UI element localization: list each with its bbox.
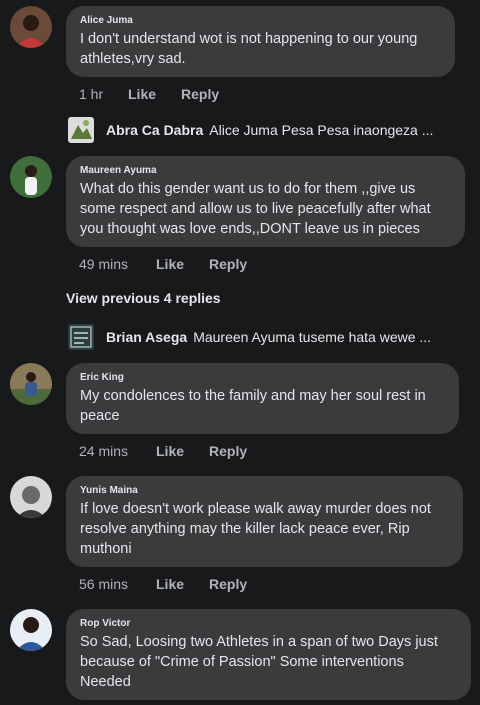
comment-text: So Sad, Loosing two Athletes in a span o… bbox=[80, 634, 438, 690]
comment-text: My condolences to the family and may her… bbox=[80, 388, 426, 424]
view-previous-replies-link[interactable]: View previous 4 replies bbox=[66, 290, 221, 306]
comment-text: I don't understand wot is not happening … bbox=[80, 31, 418, 67]
avatar-abra-ca-dabra[interactable] bbox=[68, 117, 94, 143]
reply-author[interactable]: Brian Asega bbox=[106, 329, 187, 345]
reply-button[interactable]: Reply bbox=[181, 86, 219, 102]
comment-bubble: Alice Juma I don't understand wot is not… bbox=[66, 6, 455, 77]
reply-button[interactable]: Reply bbox=[209, 443, 247, 459]
comment-bubble: Eric King My condolences to the family a… bbox=[66, 363, 459, 434]
avatar-rop-victor[interactable] bbox=[10, 609, 52, 651]
comment-actions: 24 mins Like Reply bbox=[0, 443, 480, 461]
comment-time[interactable]: 49 mins bbox=[79, 256, 128, 272]
comment-actions: 56 mins Like Reply bbox=[0, 576, 480, 594]
like-button[interactable]: Like bbox=[156, 576, 184, 592]
comment-author[interactable]: Rop Victor bbox=[80, 617, 457, 630]
comment-actions: 1 hr Like Reply bbox=[0, 86, 480, 104]
comment-author[interactable]: Yunis Maina bbox=[80, 484, 449, 497]
like-button[interactable]: Like bbox=[156, 443, 184, 459]
reply-text: Maureen Ayuma tuseme hata wewe ... bbox=[193, 329, 432, 345]
avatar-brian-asega[interactable] bbox=[68, 324, 94, 350]
comment-bubble: Yunis Maina If love doesn't work please … bbox=[66, 476, 463, 567]
avatar-eric-king[interactable] bbox=[10, 363, 52, 405]
avatar-alice-juma[interactable] bbox=[10, 6, 52, 48]
comment-time[interactable]: 1 hr bbox=[79, 86, 103, 102]
like-button[interactable]: Like bbox=[156, 256, 184, 272]
reply-text: Alice Juma Pesa Pesa inaongeza ... bbox=[209, 122, 434, 138]
reply-preview[interactable]: Brian Asega Maureen Ayuma tuseme hata we… bbox=[68, 323, 431, 351]
reply-preview[interactable]: Abra Ca Dabra Alice Juma Pesa Pesa inaon… bbox=[68, 116, 433, 144]
comment-text: If love doesn't work please walk away mu… bbox=[80, 501, 431, 557]
comment-author[interactable]: Maureen Ayuma bbox=[80, 164, 451, 177]
reply-button[interactable]: Reply bbox=[209, 256, 247, 272]
comment-time[interactable]: 24 mins bbox=[79, 443, 128, 459]
comment-text: What do this gender want us to do for th… bbox=[80, 181, 431, 237]
avatar-yunis-maina[interactable] bbox=[10, 476, 52, 518]
comment-bubble: Maureen Ayuma What do this gender want u… bbox=[66, 156, 465, 247]
comment-bubble: Rop Victor So Sad, Loosing two Athletes … bbox=[66, 609, 471, 700]
comment-author[interactable]: Eric King bbox=[80, 371, 445, 384]
comment-time[interactable]: 56 mins bbox=[79, 576, 128, 592]
like-button[interactable]: Like bbox=[128, 86, 156, 102]
reply-button[interactable]: Reply bbox=[209, 576, 247, 592]
comment-author[interactable]: Alice Juma bbox=[80, 14, 441, 27]
comment-actions: 49 mins Like Reply bbox=[0, 256, 480, 274]
reply-author[interactable]: Abra Ca Dabra bbox=[106, 122, 203, 138]
avatar-maureen-ayuma[interactable] bbox=[10, 156, 52, 198]
